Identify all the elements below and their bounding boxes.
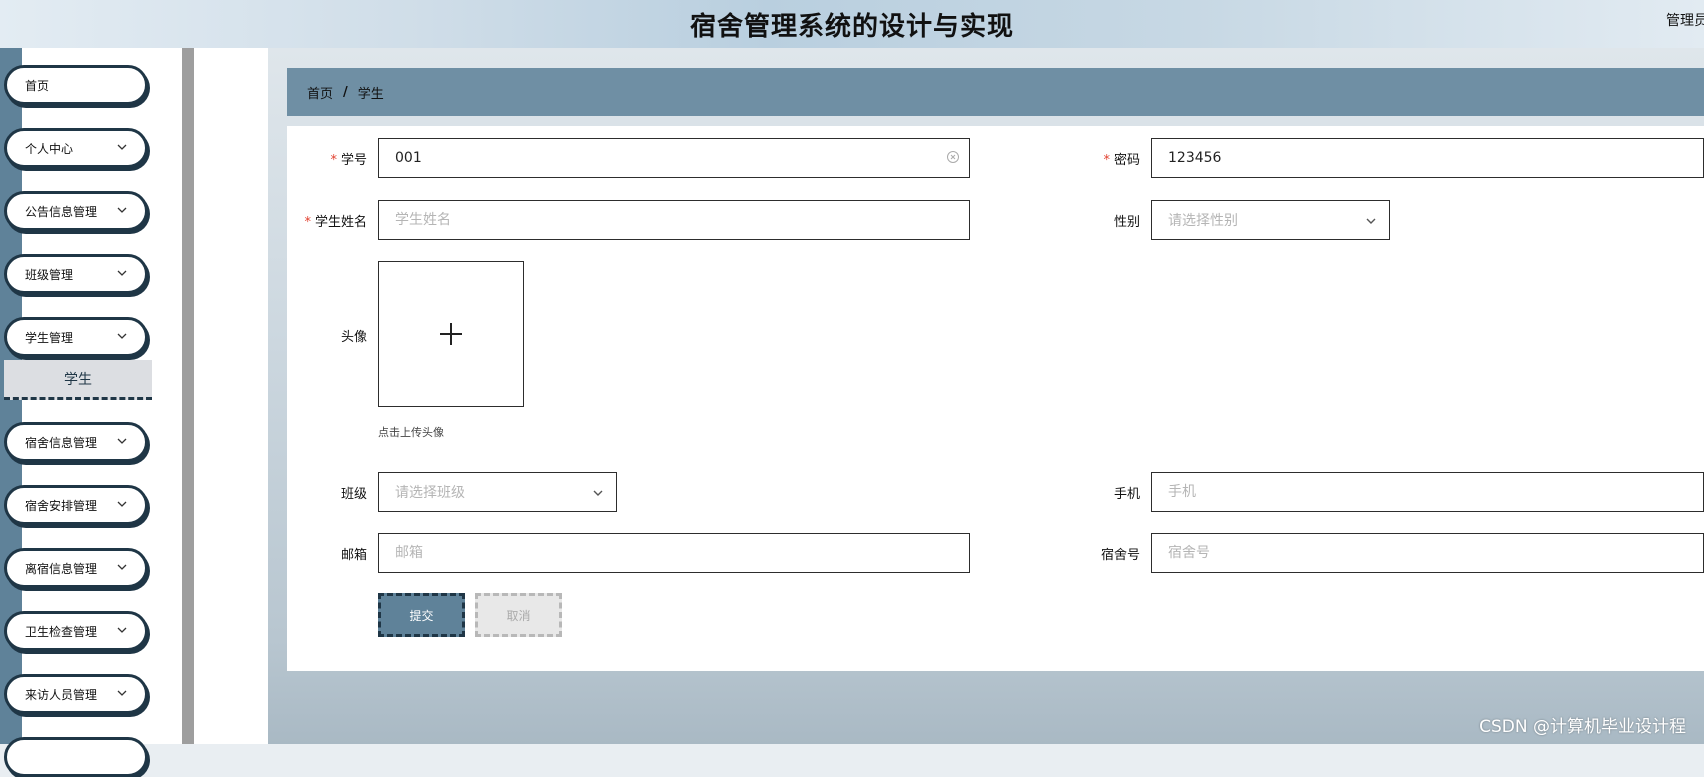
- required-mark: *: [330, 153, 337, 168]
- gender-label: 性别: [1113, 215, 1140, 230]
- student-no-input[interactable]: [378, 138, 970, 178]
- gender-placeholder: 请选择性别: [1168, 213, 1238, 229]
- class-select[interactable]: 请选择班级: [378, 472, 617, 512]
- chevron-down-icon: [117, 627, 127, 633]
- chevron-down-icon: [117, 144, 127, 150]
- chevron-down-icon: [593, 490, 603, 496]
- sidebar-item-label: 卫生检查管理: [25, 624, 98, 639]
- chevron-down-icon: [117, 438, 127, 444]
- sidebar-item-personal-center[interactable]: 个人中心: [4, 128, 148, 168]
- user-label[interactable]: 管理员: [1666, 10, 1704, 30]
- sidebar-item-label: 个人中心: [25, 141, 74, 156]
- password-label: * 密码: [1103, 153, 1140, 168]
- sidebar-divider: [182, 48, 194, 744]
- student-no-label: * 学号: [330, 153, 367, 168]
- avatar-upload[interactable]: [378, 261, 524, 407]
- phone-label: 手机: [1113, 487, 1140, 502]
- sidebar-item-label: 宿舍安排管理: [25, 498, 98, 513]
- cancel-button[interactable]: 取消: [475, 593, 562, 637]
- required-mark: *: [304, 215, 311, 230]
- breadcrumb-home[interactable]: 首页: [307, 83, 333, 102]
- sidebar-item-label: 来访人员管理: [25, 687, 98, 702]
- sidebar-subitem-student[interactable]: 学生: [4, 360, 152, 400]
- sidebar-item-label: 离宿信息管理: [25, 561, 98, 576]
- chevron-down-icon: [117, 333, 127, 339]
- chevron-down-icon: [117, 690, 127, 696]
- email-input[interactable]: [378, 533, 970, 573]
- sidebar-item-more[interactable]: [4, 737, 148, 777]
- chevron-down-icon: [117, 270, 127, 276]
- plus-icon: [440, 323, 462, 345]
- required-mark: *: [1103, 153, 1110, 168]
- gender-select[interactable]: 请选择性别: [1151, 200, 1390, 240]
- sidebar-item-label: 公告信息管理: [25, 204, 98, 219]
- sidebar-item-label: 首页: [25, 78, 50, 93]
- sidebar-item-dorm-info[interactable]: 宿舍信息管理: [4, 422, 148, 462]
- app-title: 宿舍管理系统的设计与实现: [689, 12, 1014, 42]
- chevron-down-icon: [117, 207, 127, 213]
- chevron-down-icon: [117, 564, 127, 570]
- password-input[interactable]: [1151, 138, 1704, 178]
- breadcrumb-current: 学生: [357, 86, 384, 102]
- sidebar-item-student[interactable]: 学生管理: [4, 317, 148, 357]
- breadcrumb: 首页 / 学生: [287, 68, 1704, 116]
- top-header: 宿舍管理系统的设计与实现 管理员: [0, 0, 1704, 48]
- clear-icon[interactable]: [946, 150, 960, 164]
- submit-button[interactable]: 提交: [378, 593, 465, 637]
- dorm-no-label: 宿舍号: [1100, 548, 1140, 563]
- avatar-hint: 点击上传头像: [378, 426, 444, 439]
- avatar-label: 头像: [340, 330, 367, 345]
- chevron-down-icon: [117, 501, 127, 507]
- student-name-label: * 学生姓名: [304, 215, 367, 230]
- student-name-input[interactable]: [378, 200, 970, 240]
- dorm-no-input[interactable]: [1151, 533, 1704, 573]
- phone-input[interactable]: [1151, 472, 1704, 512]
- sidebar-item-class[interactable]: 班级管理: [4, 254, 148, 294]
- sidebar-item-hygiene[interactable]: 卫生检查管理: [4, 611, 148, 651]
- sidebar-gap: [194, 48, 268, 744]
- breadcrumb-separator: /: [343, 84, 348, 100]
- watermark: CSDN @计算机毕业设计程: [1479, 717, 1686, 737]
- sidebar-item-label: 学生管理: [25, 330, 74, 345]
- sidebar-item-leave-info[interactable]: 离宿信息管理: [4, 548, 148, 588]
- sidebar-item-notice[interactable]: 公告信息管理: [4, 191, 148, 231]
- sidebar-item-label: 宿舍信息管理: [25, 435, 98, 450]
- sidebar-item-label: 班级管理: [25, 267, 74, 282]
- sidebar-item-visitors[interactable]: 来访人员管理: [4, 674, 148, 714]
- sidebar-item-dorm-arrangement[interactable]: 宿舍安排管理: [4, 485, 148, 525]
- class-label: 班级: [340, 487, 367, 502]
- email-label: 邮箱: [340, 548, 367, 563]
- chevron-down-icon: [1366, 218, 1376, 224]
- class-placeholder: 请选择班级: [395, 485, 465, 501]
- sidebar-item-home[interactable]: 首页: [4, 65, 148, 105]
